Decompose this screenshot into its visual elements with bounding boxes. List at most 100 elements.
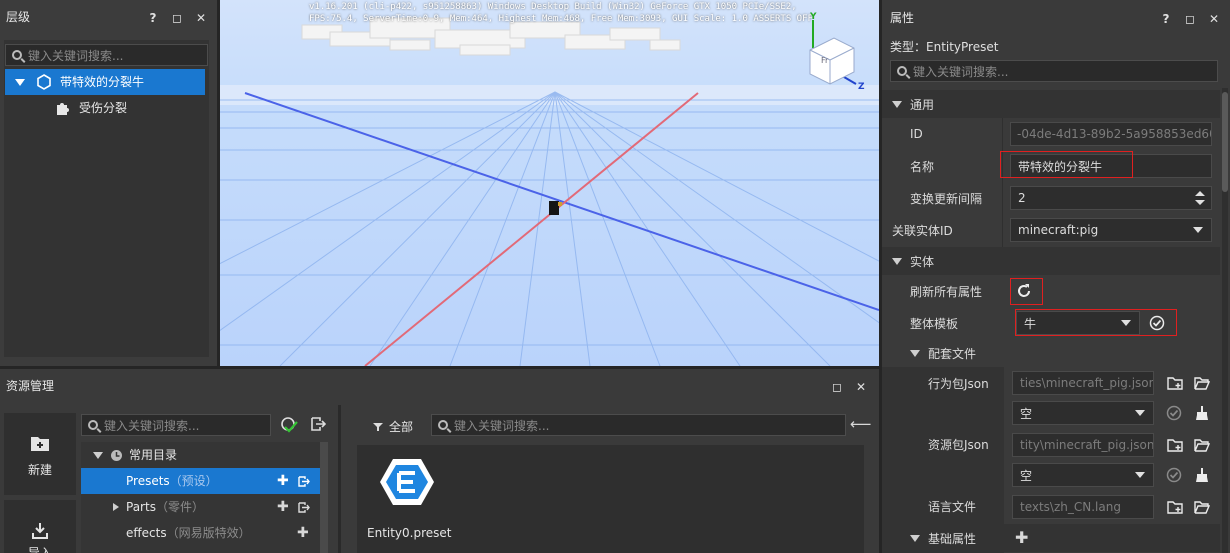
add-icon[interactable]: ✚ [1015, 530, 1028, 546]
file-browser: 全部 键入关键词搜索... ⟵ Entity0.preset [343, 405, 879, 553]
import-asset-label: 导入 [27, 546, 52, 553]
confirm-check-icon[interactable] [1166, 467, 1182, 483]
axis-y-label: Y [810, 12, 817, 22]
puzzle-icon [57, 103, 69, 115]
search-icon [12, 50, 22, 60]
add-icon[interactable]: ✚ [297, 526, 309, 540]
lang-file-field[interactable]: texts\zh_CN.lang [1012, 495, 1154, 519]
debug-info: v1.16.201 (cli-p422, s951258863) Windows… [309, 2, 813, 24]
asset-manager-panel: 资源管理 ◻ ✕ 新建 导入 键入关键词搜索... 常用目录 Presets （… [0, 369, 879, 553]
prop-row-entity-id: 关联实体ID minecraft:pig [882, 214, 1220, 246]
folder-open-icon[interactable] [1194, 376, 1210, 390]
prop-row-interval: 变换更新间隔 2 [882, 182, 1220, 214]
stepper-arrows-icon[interactable] [1195, 191, 1205, 205]
filter-dropdown[interactable]: 全部 [373, 418, 413, 435]
close-icon[interactable]: ✕ [855, 380, 867, 394]
broom-icon[interactable] [1194, 467, 1210, 483]
expand-triangle-icon[interactable] [892, 257, 902, 265]
reveal-icon[interactable] [297, 501, 310, 514]
asset-directory-tree: 常用目录 Presets （预设） ✚ Parts （零件） ✚ effects… [81, 442, 328, 553]
interval-stepper[interactable]: 2 [1010, 186, 1212, 210]
section-base-attributes[interactable]: 基础属性 [882, 524, 1220, 552]
tree-item-effects[interactable]: effects （网易版特效） ✚ [81, 520, 320, 546]
resource-json-field[interactable]: tity\minecraft_pig.json [1012, 433, 1154, 457]
asset-manager-title: 资源管理 [6, 379, 55, 393]
expand-triangle-icon[interactable] [892, 100, 902, 108]
tree-item-presets[interactable]: Presets （预设） ✚ [81, 468, 320, 494]
add-icon[interactable]: ✚ [277, 474, 289, 488]
resource-select[interactable]: 空 [1012, 463, 1154, 487]
close-icon[interactable]: ✕ [1208, 12, 1220, 26]
file-grid: Entity0.preset [357, 445, 864, 553]
hierarchy-search-input[interactable]: 键入关键词搜索... [5, 44, 208, 66]
expand-triangle-icon[interactable] [15, 78, 25, 86]
properties-panel: 属性 ? ◻ ✕ 类型：EntityPreset 键入关键词搜索... 通用 I… [882, 0, 1230, 553]
properties-scrollbar-track[interactable] [1222, 88, 1228, 553]
hierarchy-panel: 层级 ? ◻ ✕ 键入关键词搜索... 带特效的分裂牛 受伤分裂 [0, 0, 217, 366]
section-entity[interactable]: 实体 [882, 247, 1220, 275]
tree-scrollbar[interactable] [320, 442, 328, 553]
maximize-icon[interactable]: ◻ [171, 11, 183, 25]
preset-icon [37, 74, 51, 90]
behavior-select[interactable]: 空 [1012, 401, 1154, 425]
file-item[interactable]: Entity0.preset [367, 453, 452, 545]
highlight-box [1010, 278, 1043, 305]
search-icon [88, 420, 98, 430]
maximize-icon[interactable]: ◻ [1184, 12, 1196, 26]
resource-json-label: 资源包Json [928, 438, 989, 452]
cube-face-label: Fr [821, 56, 829, 65]
prop-row-id: ID -04de-4d13-89b2-5a958853ed60 [882, 118, 1220, 150]
asset-tree-search-input[interactable]: 键入关键词搜索... [81, 414, 271, 436]
back-arrow-icon[interactable]: ⟵ [850, 417, 872, 432]
broom-icon[interactable] [1194, 405, 1210, 421]
behavior-json-label: 行为包Json [928, 377, 989, 391]
import-asset-button[interactable]: 导入 [4, 500, 76, 553]
tree-item-parts[interactable]: Parts （零件） ✚ [81, 494, 320, 520]
chevron-down-icon [1193, 227, 1203, 233]
section-general[interactable]: 通用 [882, 90, 1220, 118]
close-icon[interactable]: ✕ [195, 11, 207, 25]
new-folder-icon [31, 437, 49, 451]
expand-triangle-icon[interactable] [910, 534, 920, 542]
behavior-json-field[interactable]: ties\minecraft_pig.json [1012, 371, 1154, 395]
tree-item-preset[interactable]: 带特效的分裂牛 [5, 69, 205, 95]
confirm-check-icon[interactable] [1166, 405, 1182, 421]
highlight-box [1015, 309, 1177, 336]
entity-id-select[interactable]: minecraft:pig [1010, 218, 1212, 242]
new-asset-label: 新建 [27, 463, 52, 477]
hierarchy-title: 层级 [6, 10, 31, 24]
tree-item-label: 带特效的分裂牛 [60, 75, 145, 89]
new-asset-button[interactable]: 新建 [4, 413, 76, 495]
maximize-icon[interactable]: ◻ [831, 380, 843, 394]
folder-add-icon[interactable] [1167, 500, 1183, 514]
section-files[interactable]: 配套文件 [882, 339, 1220, 367]
folder-add-icon[interactable] [1167, 376, 1183, 390]
expand-triangle-icon[interactable] [113, 503, 119, 511]
expand-triangle-icon[interactable] [93, 451, 103, 459]
folder-open-icon[interactable] [1194, 438, 1210, 452]
prop-row-refresh: 刷新所有属性 [882, 275, 1220, 307]
scene-viewport[interactable]: v1.16.201 (cli-p422, s951258863) Windows… [220, 0, 879, 366]
folder-add-icon[interactable] [1167, 438, 1183, 452]
reveal-icon[interactable] [297, 475, 310, 488]
collapse-all-icon[interactable] [310, 416, 326, 432]
locate-check-icon[interactable] [280, 416, 298, 434]
tree-item-part[interactable]: 受伤分裂 [5, 95, 205, 121]
tree-item-common-dirs[interactable]: 常用目录 [81, 442, 320, 468]
folder-open-icon[interactable] [1194, 500, 1210, 514]
orientation-gizmo [809, 20, 857, 85]
help-icon[interactable]: ? [147, 11, 159, 25]
chevron-down-icon [1135, 410, 1145, 416]
file-search-input[interactable]: 键入关键词搜索... [431, 414, 846, 436]
id-field[interactable]: -04de-4d13-89b2-5a958853ed60 [1010, 122, 1212, 146]
properties-scrollbar-thumb[interactable] [1222, 92, 1228, 192]
panel-splitter[interactable] [338, 405, 341, 553]
expand-triangle-icon[interactable] [910, 349, 920, 357]
help-icon[interactable]: ? [1160, 12, 1172, 26]
add-icon[interactable]: ✚ [277, 500, 289, 514]
lang-file-label: 语言文件 [928, 500, 977, 514]
tree-item-label: 受伤分裂 [79, 101, 128, 115]
properties-search-input[interactable]: 键入关键词搜索... [890, 60, 1218, 82]
preset-file-icon [380, 459, 434, 505]
properties-title: 属性 [890, 11, 915, 25]
